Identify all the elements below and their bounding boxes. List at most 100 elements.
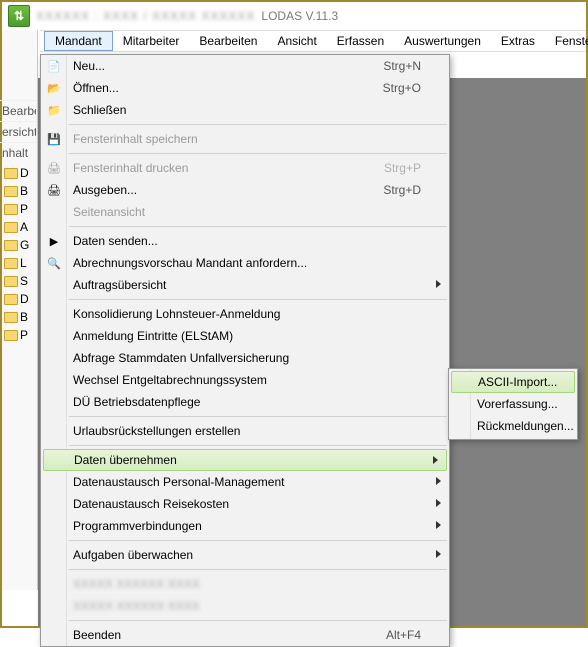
menu-item-datenbernehmen[interactable]: Daten übernehmen	[43, 449, 447, 471]
menu-item-label: Aufgaben überwachen	[73, 548, 193, 562]
tree-label: A	[20, 220, 28, 234]
menu-fenster[interactable]: Fenster	[545, 32, 588, 50]
tree-item[interactable]: A	[2, 218, 32, 236]
menu-bearbeiten[interactable]: Bearbeiten	[189, 32, 267, 50]
menu-item-programmverbindungen[interactable]: Programmverbindungen	[41, 515, 449, 537]
tree-label: D	[20, 166, 29, 180]
folder-icon	[4, 258, 18, 269]
submenu-arrow-icon	[436, 280, 441, 288]
menu-mitarbeiter[interactable]: Mitarbeiter	[113, 32, 190, 50]
print-icon: 🖨	[46, 160, 62, 176]
menu-separator	[69, 445, 447, 446]
menu-auswertungen[interactable]: Auswertungen	[394, 32, 491, 50]
menu-item-schlieen[interactable]: 📁 Schließen	[41, 99, 449, 121]
tree-item[interactable]: L	[2, 254, 32, 272]
side-labels: Bearbe ersicht: nhalt	[0, 100, 36, 163]
submenu-item-rckmeldungen[interactable]: Rückmeldungen...	[449, 415, 577, 437]
close-icon: 📁	[46, 102, 62, 118]
menu-item-label: Abrechnungsvorschau Mandant anfordern...	[73, 256, 307, 270]
menu-item-abrechnungsvorschaum[interactable]: 🔍 Abrechnungsvorschau Mandant anfordern..…	[41, 252, 449, 274]
side-ersicht: ersicht:	[0, 121, 36, 142]
folder-icon	[4, 168, 18, 179]
menubar: MandantMitarbeiterBearbeitenAnsichtErfas…	[40, 30, 586, 52]
shortcut: Strg+N	[383, 59, 421, 73]
submenu-arrow-icon	[436, 477, 441, 485]
menu-item-label: Datenaustausch Personal-Management	[73, 475, 284, 489]
menu-item-label: Abfrage Stammdaten Unfallversicherung	[73, 351, 289, 365]
menu-item-label: XXXXX XXXXXX XXXX	[73, 599, 200, 613]
preview-icon: 🔍	[46, 255, 62, 271]
menu-item-auftragsbersicht[interactable]: Auftragsübersicht	[41, 274, 449, 296]
menu-item-urlaubsrckstellungen[interactable]: Urlaubsrückstellungen erstellen	[41, 420, 449, 442]
window-title: LODAS V.11.3	[261, 9, 338, 23]
menu-separator	[69, 416, 447, 417]
tree-item[interactable]: B	[2, 182, 32, 200]
submenu-item-label: ASCII-Import...	[478, 375, 557, 389]
folder-icon	[4, 186, 18, 197]
tree-item[interactable]: G	[2, 236, 32, 254]
menu-separator	[69, 540, 447, 541]
tree-item[interactable]: D	[2, 290, 32, 308]
shortcut: Strg+D	[383, 183, 421, 197]
menu-item-aufgabenberwachen[interactable]: Aufgaben überwachen	[41, 544, 449, 566]
open-icon: 📂	[46, 80, 62, 96]
tree-item[interactable]: S	[2, 272, 32, 290]
tree-item[interactable]: P	[2, 200, 32, 218]
menu-item-label: Ausgeben...	[73, 183, 137, 197]
menu-item-anmeldungeintritteel[interactable]: Anmeldung Eintritte (ELStAM)	[41, 325, 449, 347]
menu-mandant[interactable]: Mandant	[44, 31, 113, 51]
submenu-item-asciiimport[interactable]: ASCII-Import...	[451, 371, 575, 393]
menu-item-label: Neu...	[73, 59, 105, 73]
folder-icon	[4, 312, 18, 323]
menu-separator	[69, 124, 447, 125]
menu-item-label: Anmeldung Eintritte (ELStAM)	[73, 329, 233, 343]
menu-item-ausgeben[interactable]: 🖨Ausgeben...Strg+D	[41, 179, 449, 201]
submenu-arrow-icon	[436, 499, 441, 507]
title-blur: XXXXXX : XXXX / XXXXX XXXXXX	[36, 9, 255, 23]
menu-erfassen[interactable]: Erfassen	[327, 32, 394, 50]
submenu-item-vorerfassung[interactable]: Vorerfassung...	[449, 393, 577, 415]
folder-icon	[4, 294, 18, 305]
menu-item-blur[interactable]: XXXXX XXXXXX XXXX	[41, 573, 449, 595]
menu-item-label: Beenden	[73, 628, 121, 642]
menu-item-label: Auftragsübersicht	[73, 278, 166, 292]
menu-item-dbetriebsdatenpflege[interactable]: DÜ Betriebsdatenpflege	[41, 391, 449, 413]
menu-item-label: Konsolidierung Lohnsteuer-Anmeldung	[73, 307, 280, 321]
menu-item-label: Schließen	[73, 103, 126, 117]
menu-item-abfragestammdatenunf[interactable]: Abfrage Stammdaten Unfallversicherung	[41, 347, 449, 369]
menu-item-datensenden[interactable]: ▶Daten senden...	[41, 230, 449, 252]
menu-item-datenaustauschperson[interactable]: Datenaustausch Personal-Management	[41, 471, 449, 493]
menu-extras[interactable]: Extras	[491, 32, 545, 50]
menu-item-konsolidierunglohnst[interactable]: Konsolidierung Lohnsteuer-Anmeldung	[41, 303, 449, 325]
menu-item-fensterinhaltdrucken: 🖨Fensterinhalt druckenStrg+P	[41, 157, 449, 179]
tree-label: B	[20, 184, 28, 198]
menu-item-label: XXXXX XXXXXX XXXX	[73, 577, 200, 591]
menu-ansicht[interactable]: Ansicht	[267, 32, 326, 50]
menu-item-wechselentgeltabrech[interactable]: Wechsel Entgeltabrechnungssystem	[41, 369, 449, 391]
folder-icon	[4, 222, 18, 233]
side-bearbe[interactable]: Bearbe	[0, 100, 36, 121]
submenu-item-label: Rückmeldungen...	[477, 419, 574, 433]
tree-item[interactable]: B	[2, 308, 32, 326]
menu-item-label: Urlaubsrückstellungen erstellen	[73, 424, 240, 438]
shortcut: Alt+F4	[386, 628, 421, 642]
menu-item-datenaustauschreisek[interactable]: Datenaustausch Reisekosten	[41, 493, 449, 515]
menu-item-ffnen[interactable]: 📂Öffnen...Strg+O	[41, 77, 449, 99]
menu-item-beenden[interactable]: Beenden Alt+F4	[41, 624, 449, 646]
menu-separator	[69, 620, 447, 621]
menu-item-label: DÜ Betriebsdatenpflege	[73, 395, 200, 409]
menu-item-label: Fensterinhalt speichern	[73, 132, 198, 146]
menu-item-seitenansicht: Seitenansicht	[41, 201, 449, 223]
new-icon: 📄	[46, 58, 62, 74]
tree-item[interactable]: P	[2, 326, 32, 344]
nav-tree: DBPAGLSDBP	[2, 164, 32, 344]
tree-label: G	[20, 238, 29, 252]
menu-item-label: Datenaustausch Reisekosten	[73, 497, 229, 511]
save-icon: 💾	[46, 131, 62, 147]
folder-icon	[4, 330, 18, 341]
menu-item-neu[interactable]: 📄 Neu... Strg+N	[41, 55, 449, 77]
menu-item-blur[interactable]: XXXXX XXXXXX XXXX	[41, 595, 449, 617]
tree-item[interactable]: D	[2, 164, 32, 182]
folder-icon	[4, 204, 18, 215]
menu-item-label: Wechsel Entgeltabrechnungssystem	[73, 373, 267, 387]
